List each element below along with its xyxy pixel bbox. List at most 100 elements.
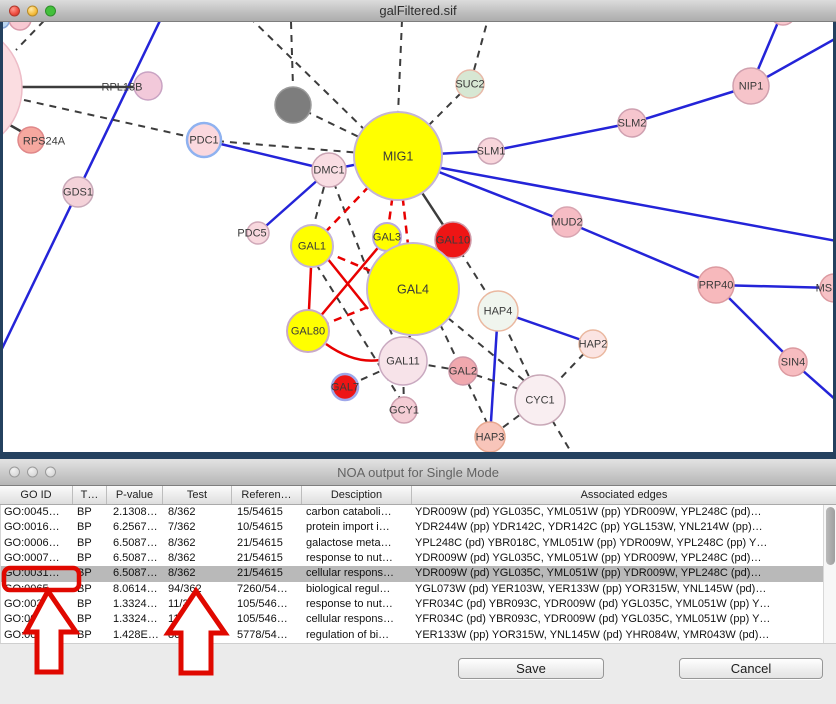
- cell-type: BP: [74, 520, 108, 535]
- cell-type: BP: [74, 612, 108, 627]
- cell-description: cellular respons…: [303, 566, 413, 581]
- table-row[interactable]: GO:0016…BP6.2567…7/36210/54615protein im…: [1, 520, 836, 535]
- cell-edges: YGL073W (pd) YER103W, YER133W (pp) YOR31…: [413, 582, 836, 597]
- table-body: GO:0045…BP2.1308…8/36215/54615carbon cat…: [0, 505, 836, 643]
- column-header-2[interactable]: T…: [73, 486, 107, 504]
- cell-reference: 21/54615: [233, 566, 303, 581]
- cell-type: BP: [74, 536, 108, 551]
- node-label-MUD2: MUD2: [551, 217, 582, 229]
- cell-go_id: GO:0031…: [1, 597, 74, 612]
- table-row[interactable]: GO:0031…BP6.5087…8/36221/54615cellular r…: [1, 566, 836, 581]
- network-canvas[interactable]: RPL18BRPS24AGDS1PDC1PDC5DMC1MIG1SUC2SLM1…: [0, 22, 836, 452]
- table-row[interactable]: GO:0006…BP6.5087…8/36221/54615galactose …: [1, 536, 836, 551]
- scrollbar-thumb[interactable]: [826, 507, 835, 565]
- cell-edges: YDR009W (pd) YGL035C, YML051W (pp) YDR00…: [413, 505, 836, 520]
- cell-test: 8/362: [164, 566, 233, 581]
- cell-test: 80/362: [164, 628, 233, 643]
- cell-test: 7/362: [164, 520, 233, 535]
- cell-go_id: GO:0016…: [1, 520, 74, 535]
- node-label-GAL3: GAL3: [373, 232, 401, 244]
- network-window-titlebar[interactable]: galFiltered.sif: [0, 0, 836, 22]
- cell-reference: 105/546…: [233, 612, 303, 627]
- node-label-PRP40: PRP40: [699, 280, 734, 292]
- node-label-GAL4: GAL4: [397, 283, 429, 297]
- table-row[interactable]: GO:0031…BP1.3324…11/362105/546…response …: [1, 597, 836, 612]
- save-button[interactable]: Save: [458, 658, 604, 679]
- column-header-1[interactable]: GO ID: [0, 486, 73, 504]
- cell-p_value: 1.3324…: [108, 597, 164, 612]
- cell-reference: 5778/54…: [233, 628, 303, 643]
- node-label-CYC1: CYC1: [525, 395, 554, 407]
- cell-description: protein import i…: [303, 520, 413, 535]
- column-header-5[interactable]: Referen…: [232, 486, 302, 504]
- cell-test: 11/362: [164, 597, 233, 612]
- cell-test: 8/362: [164, 505, 233, 520]
- table-row[interactable]: GO:0031…BP1.3324…11/362105/546…cellular …: [1, 612, 836, 627]
- node-label-GAL7: GAL7: [331, 382, 359, 394]
- column-header-6[interactable]: Desciption: [302, 486, 412, 504]
- table-row[interactable]: GO:0065…BP8.0614…94/3627260/54…biologica…: [1, 582, 836, 597]
- table-row[interactable]: GO:0050…BP1.428E…80/3625778/54…regulatio…: [1, 628, 836, 643]
- cell-reference: 21/54615: [233, 551, 303, 566]
- table-row[interactable]: GO:0007…BP6.5087…8/36221/54615response t…: [1, 551, 836, 566]
- network-graph: RPL18BRPS24AGDS1PDC1PDC5DMC1MIG1SUC2SLM1…: [0, 22, 836, 452]
- cell-p_value: 6.5087…: [108, 566, 164, 581]
- node-label-GAL1: GAL1: [298, 241, 326, 253]
- cell-go_id: GO:0031…: [1, 612, 74, 627]
- node-label-GAL11: GAL11: [386, 356, 419, 368]
- cell-p_value: 1.3324…: [108, 612, 164, 627]
- cell-p_value: 1.428E…: [108, 628, 164, 643]
- cell-test: 11/362: [164, 612, 233, 627]
- cell-go_id: GO:0065…: [1, 582, 74, 597]
- node-label-PDC1: PDC1: [189, 135, 218, 147]
- cell-edges: YDR244W (pp) YDR142C, YDR142C (pp) YGL15…: [413, 520, 836, 535]
- cell-description: response to nut…: [303, 551, 413, 566]
- noa-window-title: NOA output for Single Mode: [0, 465, 836, 480]
- cell-go_id: GO:0006…: [1, 536, 74, 551]
- cell-p_value: 6.2567…: [108, 520, 164, 535]
- node-unlabeled-gray[interactable]: [275, 87, 311, 123]
- cancel-button[interactable]: Cancel: [679, 658, 823, 679]
- column-header-4[interactable]: Test: [163, 486, 232, 504]
- node-label-HAP2: HAP2: [579, 339, 608, 351]
- node-label-HAP4: HAP4: [484, 306, 513, 318]
- network-window-title: galFiltered.sif: [0, 3, 836, 18]
- cell-type: BP: [74, 551, 108, 566]
- column-header-7[interactable]: Associated edges: [412, 486, 836, 504]
- cell-go_id: GO:0031…: [1, 566, 74, 581]
- noa-window: NOA output for Single Mode GO IDT…P-valu…: [0, 459, 836, 704]
- cell-reference: 10/54615: [233, 520, 303, 535]
- cell-description: carbon cataboli…: [303, 505, 413, 520]
- node-label-PDC5: PDC5: [237, 228, 266, 240]
- node-label-NIP1: NIP1: [739, 81, 763, 93]
- node-label-SIN4: SIN4: [781, 357, 805, 369]
- cell-edges: YFR034C (pd) YBR093C, YDR009W (pd) YGL03…: [413, 612, 836, 627]
- cell-test: 8/362: [164, 551, 233, 566]
- cell-type: BP: [74, 566, 108, 581]
- cell-type: BP: [74, 505, 108, 520]
- cell-description: galactose meta…: [303, 536, 413, 551]
- node-label-HAP3: HAP3: [476, 432, 505, 444]
- cell-edges: YPL248C (pd) YBR018C, YML051W (pp) YDR00…: [413, 536, 836, 551]
- cell-p_value: 6.5087…: [108, 536, 164, 551]
- cell-edges: YDR009W (pd) YGL035C, YML051W (pp) YDR00…: [413, 566, 836, 581]
- cell-test: 94/362: [164, 582, 233, 597]
- node-label-RPS24A: RPS24A: [23, 136, 66, 148]
- cell-reference: 15/54615: [233, 505, 303, 520]
- vertical-scrollbar[interactable]: [823, 505, 836, 643]
- cell-reference: 105/546…: [233, 597, 303, 612]
- cell-go_id: GO:0007…: [1, 551, 74, 566]
- cell-go_id: GO:0045…: [1, 505, 74, 520]
- node-label-GCY1: GCY1: [389, 405, 419, 417]
- cell-edges: YFR034C (pd) YBR093C, YDR009W (pd) YGL03…: [413, 597, 836, 612]
- node-label-GDS1: GDS1: [63, 187, 93, 199]
- table-header: GO IDT…P-valueTestReferen…DesciptionAsso…: [0, 486, 836, 505]
- table-row[interactable]: GO:0045…BP2.1308…8/36215/54615carbon cat…: [1, 505, 836, 520]
- cell-p_value: 8.0614…: [108, 582, 164, 597]
- noa-window-titlebar[interactable]: NOA output for Single Mode: [0, 459, 836, 486]
- cell-description: response to nut…: [303, 597, 413, 612]
- node-label-GAL80: GAL80: [291, 326, 325, 338]
- cell-edges: YER133W (pp) YOR315W, YNL145W (pd) YHR08…: [413, 628, 836, 643]
- column-header-3[interactable]: P-value: [107, 486, 163, 504]
- cell-reference: 21/54615: [233, 536, 303, 551]
